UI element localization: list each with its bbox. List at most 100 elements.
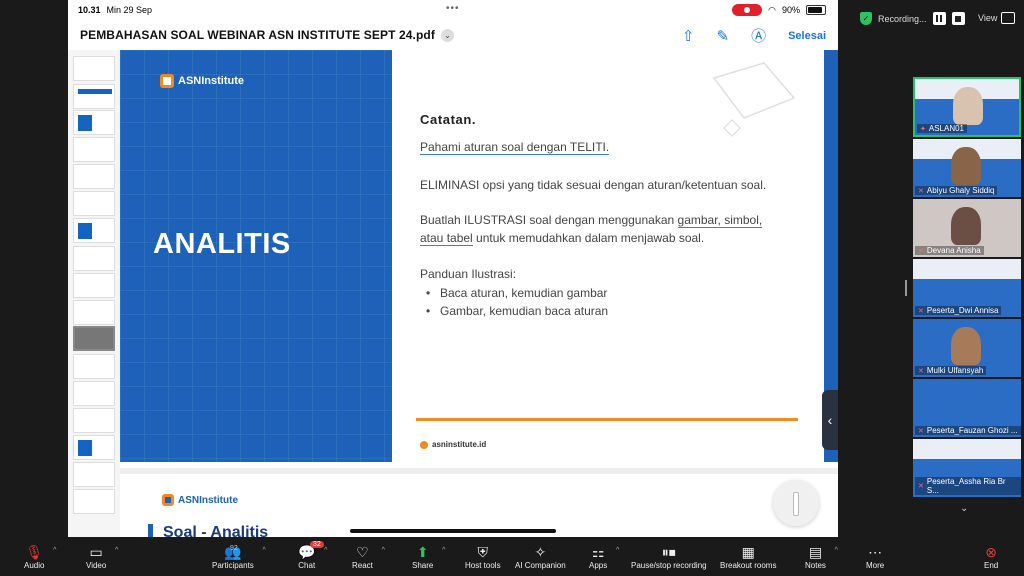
page-thumbnail[interactable]	[73, 164, 115, 189]
participant-label: ✕ Peserta_Assha Ria Br S...	[915, 477, 1021, 495]
website-footer: asninstitute.id	[420, 440, 486, 449]
page-thumbnail[interactable]	[73, 489, 115, 514]
ai-companion-button[interactable]: ✧ AI Companion	[515, 543, 566, 570]
audio-button[interactable]: 🎙 Audio ^	[24, 543, 56, 570]
chevron-down-icon[interactable]: ⌄	[440, 28, 454, 42]
participants-button[interactable]: 👥 92 Participants ^	[212, 543, 266, 570]
breakout-label: Breakout rooms	[720, 561, 777, 570]
caret-up-icon[interactable]: ^	[324, 547, 327, 554]
zoom-top-bar: ✓ Recording... View	[840, 0, 1024, 40]
page-thumbnail[interactable]	[73, 84, 115, 109]
page-thumbnail[interactable]	[73, 273, 115, 298]
breakout-rooms-button[interactable]: ▦ Breakout rooms	[720, 543, 776, 570]
pencil-button[interactable]	[773, 480, 819, 526]
page-thumbnail[interactable]	[73, 191, 115, 216]
participants-label: Participants	[212, 561, 254, 570]
caret-up-icon[interactable]: ^	[263, 547, 266, 554]
asn-logo-text: ASNInstitute	[178, 75, 244, 87]
caret-up-icon[interactable]: ^	[53, 547, 56, 554]
stop-recording-button[interactable]	[951, 12, 965, 25]
mic-muted-icon: ✕	[918, 307, 924, 315]
sparkle-icon: ✧	[534, 544, 547, 560]
guide-list: Baca aturan, kemudian gambar Gambar, kem…	[420, 284, 608, 320]
share-screen-button[interactable]: ⬆ Share ^	[412, 543, 445, 570]
end-label: End	[984, 561, 999, 570]
pause-stop-label: Pause/stop recording	[631, 561, 707, 570]
caret-up-icon[interactable]: ^	[616, 547, 619, 554]
participant-tile[interactable]: ✕ Peserta_Dwi Annisa	[913, 259, 1021, 317]
pause-stop-recording-button[interactable]: ⏸⏹ Pause/stop recording	[631, 543, 707, 570]
caret-up-icon[interactable]: ^	[835, 547, 838, 554]
chat-button[interactable]: 💬 32 Chat ^	[298, 541, 327, 570]
apps-button[interactable]: ⚏ Apps ^	[589, 543, 619, 570]
next-logo-text: ASNInstitute	[178, 494, 238, 506]
mic-muted-icon: ✕	[918, 247, 924, 255]
share-icon[interactable]: ⇧	[682, 27, 695, 45]
slide-left-panel: ASNInstitute ANALITIS	[120, 50, 392, 462]
chevron-down-icon[interactable]: ⌄	[960, 503, 968, 514]
pencil-circle-icon[interactable]: Ⓐ	[751, 25, 766, 46]
more-button[interactable]: ⋯ More	[866, 543, 884, 570]
page-thumbnail[interactable]	[73, 381, 115, 406]
document-title[interactable]: PEMBAHASAN SOAL WEBINAR ASN INSTITUTE SE…	[80, 28, 435, 42]
page-thumbnail[interactable]	[73, 300, 115, 325]
participant-name: Peserta_Assha Ria Br S...	[926, 477, 1006, 495]
note-1: Pahami aturan soal dengan TELITI.	[420, 138, 790, 156]
recording-label: Recording...	[878, 13, 927, 24]
participant-tile[interactable]: ✕ Abiyu Ghaly Siddiq	[913, 139, 1021, 197]
participant-tile[interactable]: ✕ Peserta_Fauzan Ghozi ...	[913, 379, 1021, 437]
slide-right-panel: Catatan. Pahami aturan soal dengan TELIT…	[392, 50, 824, 462]
participant-tile[interactable]: ✕ Mulki Ulfansyah	[913, 319, 1021, 377]
mic-muted-icon: ✕	[918, 483, 924, 490]
caret-up-icon[interactable]: ^	[382, 547, 385, 554]
participant-tile[interactable]: ✦ ASLAN01	[913, 77, 1021, 137]
host-tools-button[interactable]: ⛨ Host tools	[465, 543, 501, 570]
pause-recording-button[interactable]	[932, 12, 946, 25]
collapse-panel-button[interactable]: ‹	[822, 390, 838, 450]
globe-icon	[420, 440, 428, 449]
end-button[interactable]: ⊗ End	[984, 543, 998, 570]
guide-title: Panduan Ilustrasi:	[420, 267, 517, 281]
page-thumbnail-selected[interactable]	[73, 326, 115, 351]
pause-stop-icon: ⏸⏹	[661, 544, 676, 560]
participant-name: Peserta_Dwi Annisa	[926, 306, 999, 315]
page-thumbnail[interactable]	[73, 56, 115, 81]
page-thumbnail[interactable]	[73, 110, 115, 135]
note-3-part-a: Buatlah ILUSTRASI soal dengan menggunaka…	[420, 213, 678, 227]
markup-icon[interactable]: ✎	[716, 27, 729, 45]
page-thumbnail[interactable]	[73, 354, 115, 379]
participant-name: Mulki Ulfansyah	[926, 366, 984, 375]
mic-muted-icon: ✕	[918, 367, 924, 375]
status-date: Min 29 Sep	[106, 5, 153, 15]
page-thumbnail[interactable]	[73, 462, 115, 487]
participant-label: ✕ Abiyu Ghaly Siddiq	[915, 186, 998, 195]
participant-video	[951, 207, 981, 245]
participant-name: Abiyu Ghaly Siddiq	[926, 186, 995, 195]
more-label: More	[866, 561, 885, 570]
notes-button[interactable]: ▤ Notes ^	[805, 543, 838, 570]
page-thumbnail[interactable]	[73, 435, 115, 460]
home-indicator[interactable]	[350, 529, 556, 533]
asn-logo-mark	[162, 494, 174, 506]
notes-icon: ▤	[808, 544, 823, 560]
caret-up-icon[interactable]: ^	[115, 547, 118, 554]
page-thumbnail[interactable]	[73, 408, 115, 433]
participant-tile[interactable]: ✕ Peserta_Assha Ria Br S...	[913, 439, 1021, 497]
page-thumbnail[interactable]	[73, 218, 115, 243]
wifi-icon: ◠	[768, 4, 776, 15]
panel-resize-handle[interactable]	[905, 280, 907, 296]
participant-tile[interactable]: ✕ Devana Anisha	[913, 199, 1021, 257]
document-actions: ⇧ ✎ Ⓐ Selesai	[682, 25, 826, 46]
page-thumbnail[interactable]	[73, 246, 115, 271]
react-button[interactable]: ♡ React ^	[352, 543, 385, 570]
page-thumbnail[interactable]	[73, 137, 115, 162]
multitask-dots-icon[interactable]: •••	[446, 3, 460, 14]
slide-heading: ANALITIS	[153, 228, 291, 260]
more-icon: ⋯	[868, 544, 883, 560]
view-button[interactable]: View	[978, 12, 1016, 24]
done-button[interactable]: Selesai	[788, 30, 826, 42]
caret-up-icon[interactable]: ^	[442, 547, 445, 554]
next-slide-logo: ASNInstitute	[162, 494, 238, 506]
view-label: View	[978, 13, 998, 23]
video-button[interactable]: ▭ Video ^	[86, 543, 118, 570]
